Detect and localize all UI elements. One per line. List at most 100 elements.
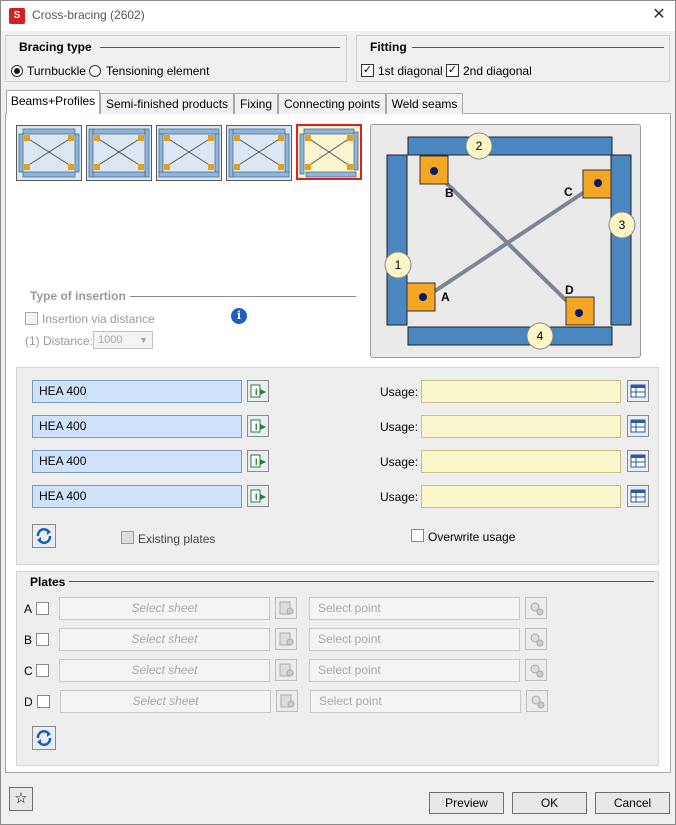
profile-input-1[interactable]: HEA 400 (32, 380, 242, 403)
profile-catalog-button-1[interactable]: I (247, 380, 269, 402)
second-diagonal-label: 2nd diagonal (463, 64, 532, 78)
turnbuckle-label: Turnbuckle (27, 64, 86, 78)
overwrite-usage-label: Overwrite usage (428, 530, 516, 544)
plate-a-point-select[interactable]: Select point (309, 597, 520, 620)
sheet-catalog-icon (279, 601, 294, 615)
tab-fixing[interactable]: Fixing (234, 93, 278, 114)
beam-number-2: 2 (476, 139, 483, 153)
beam-bottom (407, 326, 613, 346)
favorites-button[interactable]: ☆ (9, 787, 33, 811)
usage-input-3[interactable] (421, 450, 621, 473)
plate-d-sheet-button[interactable] (276, 690, 298, 712)
plate-d-sheet-select[interactable]: Select sheet (60, 690, 271, 713)
first-diagonal-checkbox[interactable]: ✓ (361, 64, 374, 77)
usage-label-3: Usage: (380, 455, 419, 469)
type-of-insertion-rule (130, 296, 356, 297)
plate-b-sheet-button[interactable] (275, 628, 297, 650)
table-icon (630, 419, 646, 433)
existing-plates-label: Existing plates (138, 532, 216, 546)
profile-catalog-button-4[interactable]: I (247, 485, 269, 507)
usage-catalog-button-2[interactable] (627, 415, 649, 437)
plate-b-point-select[interactable]: Select point (309, 628, 520, 651)
insertion-via-distance-checkbox[interactable] (25, 312, 38, 325)
distance-combo[interactable]: 1000 ▼ (93, 331, 153, 349)
plate-d-point-select[interactable]: Select point (310, 690, 521, 713)
plate-b-sheet-select[interactable]: Select sheet (59, 628, 270, 651)
variant-thumbnail-3[interactable] (156, 125, 222, 181)
profile-catalog-icon: I (250, 489, 266, 503)
refresh-profiles-button[interactable] (32, 524, 56, 548)
beam-number-4: 4 (537, 329, 544, 343)
variant-thumbnail-2[interactable] (86, 125, 152, 181)
profile-catalog-button-3[interactable]: I (247, 450, 269, 472)
svg-text:I: I (255, 457, 258, 467)
type-of-insertion-title: Type of insertion (30, 289, 130, 303)
svg-text:I: I (255, 492, 258, 502)
bracing-variant-2-icon (88, 128, 150, 178)
plate-a-sheet-select[interactable]: Select sheet (59, 597, 270, 620)
plate-d-checkbox[interactable] (37, 695, 50, 708)
plate-c-point-select[interactable]: Select point (309, 659, 520, 682)
bracing-variant-4-icon (228, 128, 290, 178)
beam-top (407, 136, 613, 156)
plate-a-point-button[interactable] (525, 597, 547, 619)
refresh-icon (36, 528, 52, 544)
plate-c-sheet-button[interactable] (275, 659, 297, 681)
plate-letter-d: D (24, 695, 33, 709)
pick-point-icon (530, 664, 544, 678)
plates-rule (68, 581, 654, 582)
star-icon: ☆ (14, 790, 28, 807)
plate-c-checkbox[interactable] (36, 664, 49, 677)
bracing-variant-3-icon (158, 128, 220, 178)
usage-input-1[interactable] (421, 380, 621, 403)
close-icon[interactable]: ✕ (648, 4, 670, 26)
cancel-button[interactable]: Cancel (595, 792, 670, 814)
usage-input-4[interactable] (421, 485, 621, 508)
usage-catalog-button-3[interactable] (627, 450, 649, 472)
plate-a-sheet-button[interactable] (275, 597, 297, 619)
bracing-preview-diagram: B C A D 1 2 3 4 (384, 132, 636, 350)
existing-plates-checkbox[interactable] (121, 531, 134, 544)
diagonal-a-c (424, 181, 600, 299)
info-icon[interactable]: i (231, 308, 247, 324)
plate-c-point-button[interactable] (525, 659, 547, 681)
variant-thumbnail-5-selected[interactable] (296, 124, 362, 180)
plate-b-point-button[interactable] (525, 628, 547, 650)
preview-button[interactable]: Preview (429, 792, 504, 814)
profile-input-4[interactable]: HEA 400 (32, 485, 242, 508)
ok-button[interactable]: OK (512, 792, 587, 814)
usage-catalog-button-4[interactable] (627, 485, 649, 507)
sheet-catalog-icon (279, 663, 294, 677)
beam-right (610, 154, 632, 326)
refresh-plates-button[interactable] (32, 726, 56, 750)
plate-d-point-button[interactable] (526, 690, 548, 712)
plate-a-checkbox[interactable] (36, 602, 49, 615)
usage-catalog-button-1[interactable] (627, 380, 649, 402)
bracing-variant-1-icon (18, 128, 80, 178)
beam-number-1: 1 (395, 258, 402, 272)
tab-connecting-points[interactable]: Connecting points (278, 93, 386, 114)
plate-c-sheet-select[interactable]: Select sheet (59, 659, 270, 682)
overwrite-usage-checkbox[interactable] (411, 529, 424, 542)
table-icon (630, 384, 646, 398)
usage-label-1: Usage: (380, 385, 419, 399)
profile-catalog-button-2[interactable]: I (247, 415, 269, 437)
bracing-preview: B C A D 1 2 3 4 (370, 124, 641, 358)
profile-input-2[interactable]: HEA 400 (32, 415, 242, 438)
usage-label-2: Usage: (380, 420, 419, 434)
tensioning-element-radio[interactable] (89, 65, 101, 77)
sheet-catalog-icon (280, 694, 295, 708)
plate-b-checkbox[interactable] (36, 633, 49, 646)
second-diagonal-checkbox[interactable]: ✓ (446, 64, 459, 77)
bracing-type-rule (100, 47, 340, 48)
variant-thumbnail-4[interactable] (226, 125, 292, 181)
tab-semi-finished-products[interactable]: Semi-finished products (100, 93, 234, 114)
tab-weld-seams[interactable]: Weld seams (386, 93, 463, 114)
turnbuckle-radio[interactable] (11, 65, 23, 77)
variant-thumbnail-1[interactable] (16, 125, 82, 181)
tab-beams-profiles[interactable]: Beams+Profiles (6, 90, 100, 114)
profile-input-3[interactable]: HEA 400 (32, 450, 242, 473)
profile-catalog-icon: I (250, 384, 266, 398)
beam-number-3: 3 (619, 218, 626, 232)
usage-input-2[interactable] (421, 415, 621, 438)
